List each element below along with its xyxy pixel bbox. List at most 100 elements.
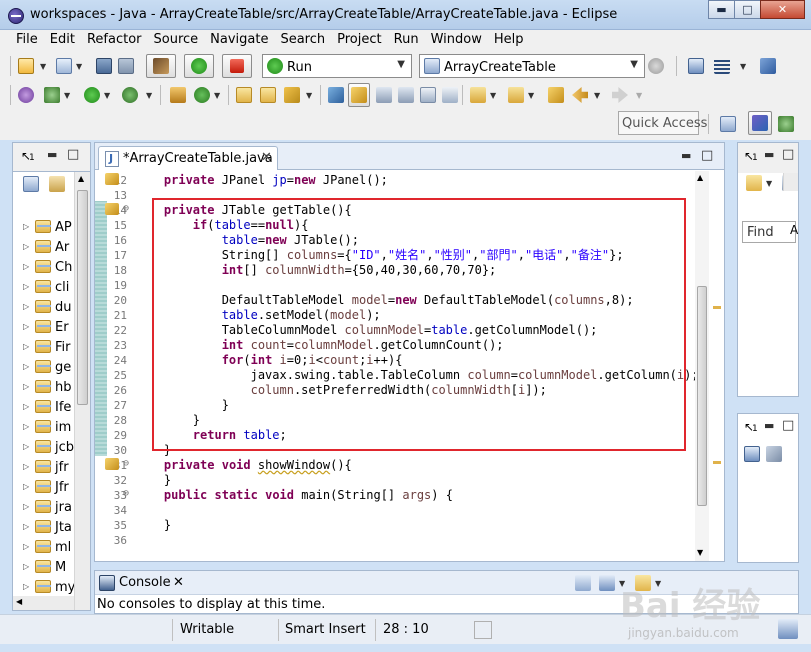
editor-scrollbar[interactable]: ▲ ▼: [695, 171, 709, 561]
mark-occurrences-button[interactable]: [348, 83, 370, 107]
save-all-icon[interactable]: [118, 58, 134, 74]
find-field[interactable]: Find: [742, 221, 796, 243]
display-console-dropdown-icon[interactable]: ▼: [619, 579, 625, 588]
explorer-scrollbar[interactable]: ▲: [74, 172, 90, 610]
save-icon[interactable]: [96, 58, 112, 74]
pilcrow-icon[interactable]: [442, 87, 458, 103]
explorer-scroll-thumb[interactable]: [77, 190, 88, 405]
menu-help[interactable]: Help: [488, 30, 530, 50]
scroll-down-icon[interactable]: ▼: [697, 548, 703, 557]
new-java-icon[interactable]: [56, 58, 72, 74]
scroll-up-icon[interactable]: ▲: [697, 173, 703, 182]
run-button[interactable]: [184, 54, 214, 78]
console-view-icon[interactable]: [688, 58, 704, 74]
expand-icon[interactable]: ▷: [23, 362, 29, 371]
collapse-all-icon[interactable]: [23, 176, 39, 192]
run-last-dropdown-icon[interactable]: ▼: [104, 91, 110, 100]
launch-mode-select[interactable]: Run ▼: [262, 54, 412, 78]
outline-view-icon[interactable]: [744, 446, 760, 462]
new-class-dropdown-icon[interactable]: ▼: [214, 91, 220, 100]
debug-perspective-switch-icon[interactable]: [778, 116, 794, 132]
expand-icon[interactable]: ▷: [23, 562, 29, 571]
explorer-hscrollbar[interactable]: ◀: [13, 596, 74, 610]
menu-file[interactable]: File: [10, 30, 44, 50]
forward-arrow-icon[interactable]: [612, 87, 628, 103]
back-dropdown-icon[interactable]: ▼: [594, 91, 600, 100]
warning-marker-icon[interactable]: [105, 173, 119, 185]
console-tab-label[interactable]: Console: [119, 575, 171, 590]
expand-icon[interactable]: ▷: [23, 342, 29, 351]
maximize-view-icon[interactable]: □: [67, 147, 79, 162]
brush-dropdown-icon[interactable]: ▼: [306, 91, 312, 100]
fold-collapse-icon[interactable]: ⊖: [123, 458, 129, 469]
prev-annotation-dropdown-icon[interactable]: ▼: [528, 91, 534, 100]
expand-icon[interactable]: ▷: [23, 242, 29, 251]
maximize-button[interactable]: □: [734, 0, 761, 19]
build-button[interactable]: [146, 54, 176, 78]
open-folder-icon[interactable]: [260, 87, 276, 103]
minimize-view-icon[interactable]: ▬: [47, 148, 57, 161]
annotation-icon[interactable]: [328, 87, 344, 103]
find-all-label[interactable]: A: [790, 223, 798, 237]
block-selection-icon[interactable]: [376, 87, 392, 103]
expand-icon[interactable]: ▷: [23, 282, 29, 291]
menu-search[interactable]: Search: [274, 30, 331, 50]
expand-icon[interactable]: ▷: [23, 482, 29, 491]
link-editor-icon[interactable]: [49, 176, 65, 192]
menu-project[interactable]: Project: [331, 30, 387, 50]
status-insert-mode[interactable]: Smart Insert: [285, 622, 366, 637]
coverage-dropdown-icon[interactable]: ▼: [146, 91, 152, 100]
overview-warning-marker[interactable]: [713, 461, 721, 464]
close-button[interactable]: ✕: [760, 0, 805, 19]
new-console-dropdown-icon[interactable]: ▼: [655, 579, 661, 588]
tasks-icon[interactable]: [778, 619, 798, 639]
fold-collapse-icon[interactable]: ⊖: [123, 488, 129, 499]
debug-perspective-icon[interactable]: [18, 87, 34, 103]
maximize-view-icon[interactable]: □: [782, 418, 794, 433]
scroll-left-icon[interactable]: ◀: [16, 597, 22, 606]
new-java-dropdown-icon[interactable]: ▼: [76, 62, 82, 71]
minimize-button[interactable]: ▬: [708, 0, 735, 19]
minimize-view-icon[interactable]: ▬: [764, 148, 774, 161]
expand-icon[interactable]: ▷: [23, 382, 29, 391]
menu-edit[interactable]: Edit: [44, 30, 81, 50]
minimize-view-icon[interactable]: ▬: [764, 419, 774, 432]
scroll-up-icon[interactable]: ▲: [78, 174, 84, 183]
bug-icon[interactable]: [44, 87, 60, 103]
editor-scroll-thumb[interactable]: [697, 286, 707, 506]
overview-warning-marker[interactable]: [713, 306, 721, 309]
progress-indicator[interactable]: [474, 621, 492, 639]
expand-icon[interactable]: ▷: [23, 322, 29, 331]
expand-icon[interactable]: ▷: [23, 582, 29, 591]
last-edit-icon[interactable]: [548, 87, 564, 103]
list-icon[interactable]: [714, 58, 730, 74]
new-icon[interactable]: [18, 58, 34, 74]
expand-icon[interactable]: ▷: [23, 462, 29, 471]
list-dropdown-icon[interactable]: ▼: [740, 62, 746, 71]
next-annotation-dropdown-icon[interactable]: ▼: [490, 91, 496, 100]
editor-tab-arraycreatetable[interactable]: *ArrayCreateTable.java ✕: [98, 146, 278, 170]
expand-icon[interactable]: ▷: [23, 422, 29, 431]
expand-icon[interactable]: ▷: [23, 502, 29, 511]
expand-icon[interactable]: ▷: [23, 442, 29, 451]
open-type-icon[interactable]: [236, 87, 252, 103]
word-wrap-icon[interactable]: [398, 87, 414, 103]
brush-icon[interactable]: [284, 87, 300, 103]
warning-marker-icon[interactable]: [105, 458, 119, 470]
menu-navigate[interactable]: Navigate: [204, 30, 274, 50]
coverage-icon[interactable]: [122, 87, 138, 103]
expand-icon[interactable]: ▷: [23, 222, 29, 231]
prev-annotation-icon[interactable]: [508, 87, 524, 103]
pin-console-icon[interactable]: [575, 575, 591, 591]
expand-icon[interactable]: ▷: [23, 522, 29, 531]
menu-refactor[interactable]: Refactor: [81, 30, 148, 50]
java-perspective-button[interactable]: [748, 111, 772, 135]
menu-run[interactable]: Run: [388, 30, 425, 50]
next-annotation-icon[interactable]: [470, 87, 486, 103]
back-arrow-icon[interactable]: [572, 87, 588, 103]
stop-button[interactable]: [222, 54, 252, 78]
expand-icon[interactable]: ▷: [23, 402, 29, 411]
expand-icon[interactable]: ▷: [23, 302, 29, 311]
new-dropdown-icon[interactable]: ▼: [40, 62, 46, 71]
quick-access-field[interactable]: Quick Access: [618, 111, 707, 135]
